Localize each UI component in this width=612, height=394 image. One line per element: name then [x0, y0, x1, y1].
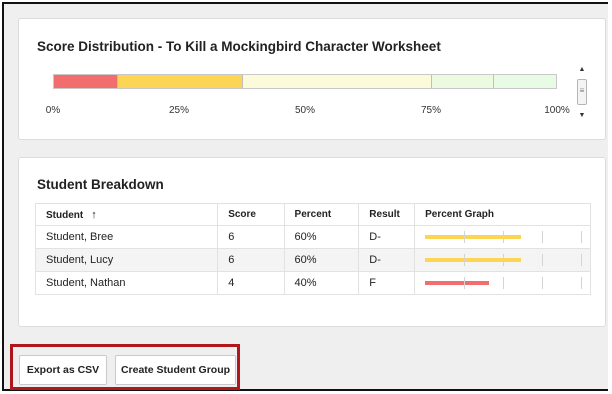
distribution-segment-yellow	[116, 75, 243, 88]
cell-result: F	[358, 271, 416, 295]
percent-graph-track	[425, 254, 583, 266]
percent-graph-gridline	[581, 277, 583, 289]
cell-percent-graph	[414, 225, 591, 249]
cell-student: Student, Lucy	[34, 248, 219, 272]
axis-tick-label: 25%	[168, 105, 190, 116]
student-breakdown-card: Student Breakdown Student ↑ Score Percent…	[18, 157, 606, 327]
column-header-label: Student	[46, 209, 84, 221]
distribution-scrollbar[interactable]: ▲ ≡ ▼	[576, 64, 588, 122]
cell-percent: 60%	[283, 225, 360, 249]
distribution-segment-light-yellow	[242, 75, 431, 88]
percent-graph-gridline	[542, 254, 544, 266]
percent-graph-gridline	[503, 277, 505, 289]
distribution-segment-red	[54, 75, 117, 88]
distribution-bar	[53, 74, 557, 89]
column-header-percent[interactable]: Percent	[283, 203, 360, 226]
percent-graph-bar	[425, 258, 522, 262]
cell-percent-graph	[414, 271, 591, 295]
score-distribution-card: Score Distribution - To Kill a Mockingbi…	[18, 18, 606, 140]
percent-graph-gridline	[581, 254, 583, 266]
percent-graph-gridline	[503, 231, 505, 243]
scroll-up-icon[interactable]: ▲	[576, 64, 588, 76]
percent-graph-track	[425, 277, 583, 289]
column-header-result[interactable]: Result	[358, 203, 416, 226]
cell-result: D-	[358, 225, 416, 249]
cell-percent: 40%	[283, 271, 360, 295]
axis-tick-label: 0%	[45, 105, 61, 116]
percent-graph-track	[425, 231, 583, 243]
student-breakdown-title: Student Breakdown	[37, 177, 164, 192]
scroll-down-icon[interactable]: ▼	[576, 110, 588, 122]
table-row[interactable]: Student, Bree 6 60% D-	[34, 225, 591, 249]
create-student-group-button[interactable]: Create Student Group	[115, 355, 236, 385]
cell-score: 6	[217, 248, 285, 272]
student-table: Student ↑ Score Percent Result Percent Gr…	[34, 203, 591, 295]
percent-graph-gridline	[542, 231, 544, 243]
column-header-score[interactable]: Score	[217, 203, 285, 226]
axis-tick-label: 100%	[544, 105, 570, 116]
percent-graph-gridline	[464, 277, 466, 289]
action-bar: Export as CSV Create Student Group	[10, 344, 240, 390]
percent-graph-gridline	[464, 254, 466, 266]
export-csv-button[interactable]: Export as CSV	[19, 355, 107, 385]
table-header-row: Student ↑ Score Percent Result Percent Gr…	[34, 203, 591, 226]
column-header-student[interactable]: Student ↑	[34, 203, 219, 226]
percent-graph-gridline	[503, 254, 505, 266]
axis-tick-label: 50%	[294, 105, 316, 116]
score-distribution-title: Score Distribution - To Kill a Mockingbi…	[37, 39, 441, 54]
scroll-thumb[interactable]: ≡	[577, 79, 587, 105]
cell-score: 4	[217, 271, 285, 295]
table-row[interactable]: Student, Nathan 4 40% F	[34, 271, 591, 295]
percent-graph-bar	[425, 281, 490, 285]
table-row[interactable]: Student, Lucy 6 60% D-	[34, 248, 591, 272]
cell-student: Student, Nathan	[34, 271, 219, 295]
distribution-segment-light-green-1	[430, 75, 494, 88]
cell-student: Student, Bree	[34, 225, 219, 249]
distribution-segment-light-green-2	[493, 75, 556, 88]
cell-percent: 60%	[283, 248, 360, 272]
cell-percent-graph	[414, 248, 591, 272]
cell-score: 6	[217, 225, 285, 249]
percent-graph-gridline	[464, 231, 466, 243]
column-header-percent-graph: Percent Graph	[414, 203, 591, 226]
sort-ascending-icon[interactable]: ↑	[91, 209, 97, 221]
percent-graph-bar	[425, 235, 522, 239]
percent-graph-gridline	[542, 277, 544, 289]
cell-result: D-	[358, 248, 416, 272]
percent-graph-gridline	[581, 231, 583, 243]
axis-tick-label: 75%	[420, 105, 442, 116]
